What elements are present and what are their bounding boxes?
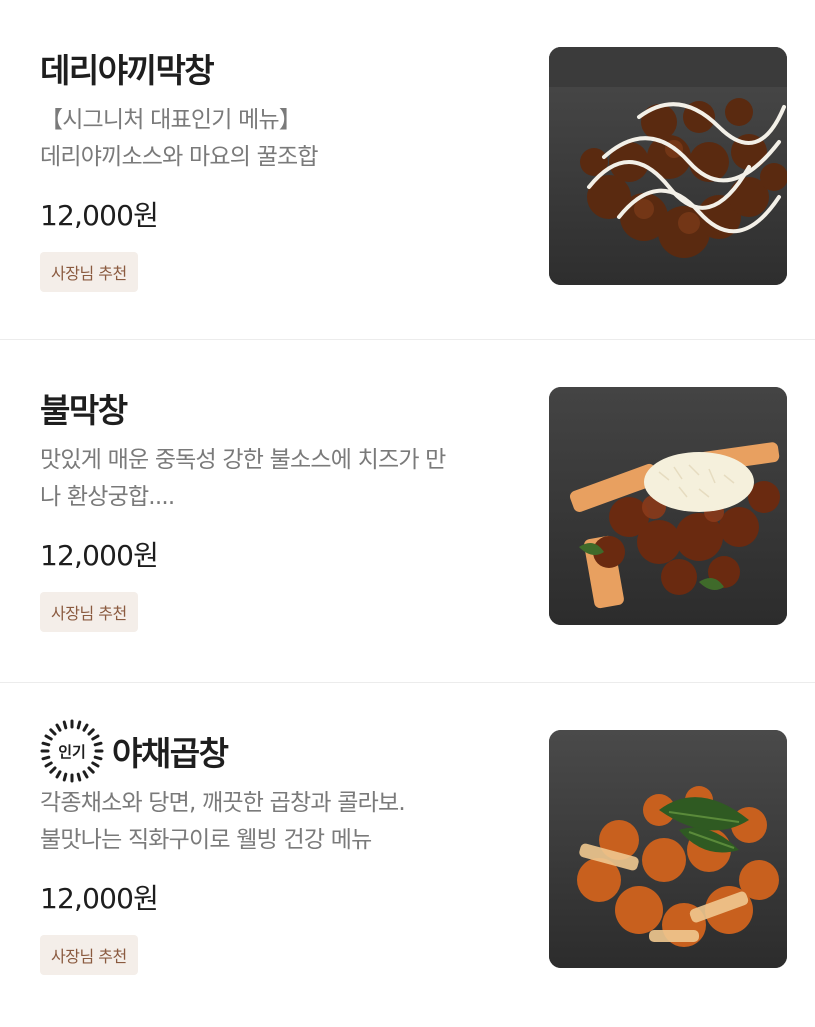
description-line: 불맛나는 직화구이로 웰빙 건강 메뉴 [40,827,372,853]
menu-item-description: 각종채소와 당면, 깨끗한 곱창과 콜라보. 불맛나는 직화구이로 웰빙 건강 … [40,785,530,859]
description-line: 데리야끼소스와 마요의 꿀조합 [40,144,319,170]
menu-item-price: 12,000원 [40,882,159,915]
teriyaki-makchang-photo[interactable] [549,47,787,285]
menu-item-vegetable-gopchang[interactable]: 인기 야채곱창 각종채소와 당면, 깨끗한 곱창과 콜라보. 불맛나는 직화구이… [0,683,815,1027]
menu-item-info: 불막창 맛있게 매운 중독성 강한 불소스에 치즈가 만 나 환상궁합.... … [40,380,530,632]
menu-list: 데리야끼막창 【시그니처 대표인기 메뉴】 데리야끼소스와 마요의 꿀조합 12… [0,0,815,1027]
menu-item-title: 야채곱창 [112,734,229,773]
owner-recommend-badge: 사장님 추천 [40,592,138,632]
popular-badge-icon: 인기 [40,719,104,783]
menu-item-teriyaki-makchang[interactable]: 데리야끼막창 【시그니처 대표인기 메뉴】 데리야끼소스와 마요의 꿀조합 12… [0,0,815,340]
menu-item-price: 12,000원 [40,539,159,572]
title-row: 데리야끼막창 [40,40,530,96]
menu-item-title: 데리야끼막창 [40,51,215,90]
menu-item-description: 【시그니처 대표인기 메뉴】 데리야끼소스와 마요의 꿀조합 [40,102,530,176]
menu-item-title: 불막창 [40,391,128,430]
popular-label: 인기 [58,743,86,761]
menu-item-info: 인기 야채곱창 각종채소와 당면, 깨끗한 곱창과 콜라보. 불맛나는 직화구이… [40,719,530,975]
owner-recommend-badge: 사장님 추천 [40,935,138,975]
spicy-makchang-photo[interactable] [549,387,787,625]
title-row: 인기 야채곱창 [40,719,530,783]
menu-item-description: 맛있게 매운 중독성 강한 불소스에 치즈가 만 나 환상궁합.... [40,442,530,516]
vegetable-gopchang-photo[interactable] [549,730,787,968]
description-line: 【시그니처 대표인기 메뉴】 [40,107,302,133]
menu-item-price: 12,000원 [40,199,159,232]
menu-item-info: 데리야끼막창 【시그니처 대표인기 메뉴】 데리야끼소스와 마요의 꿀조합 12… [40,40,530,292]
owner-recommend-badge: 사장님 추천 [40,252,138,292]
menu-item-spicy-makchang[interactable]: 불막창 맛있게 매운 중독성 강한 불소스에 치즈가 만 나 환상궁합.... … [0,340,815,683]
description-line: 나 환상궁합.... [40,484,175,510]
description-line: 각종채소와 당면, 깨끗한 곱창과 콜라보. [40,790,406,816]
title-row: 불막창 [40,380,530,436]
description-line: 맛있게 매운 중독성 강한 불소스에 치즈가 만 [40,447,446,473]
